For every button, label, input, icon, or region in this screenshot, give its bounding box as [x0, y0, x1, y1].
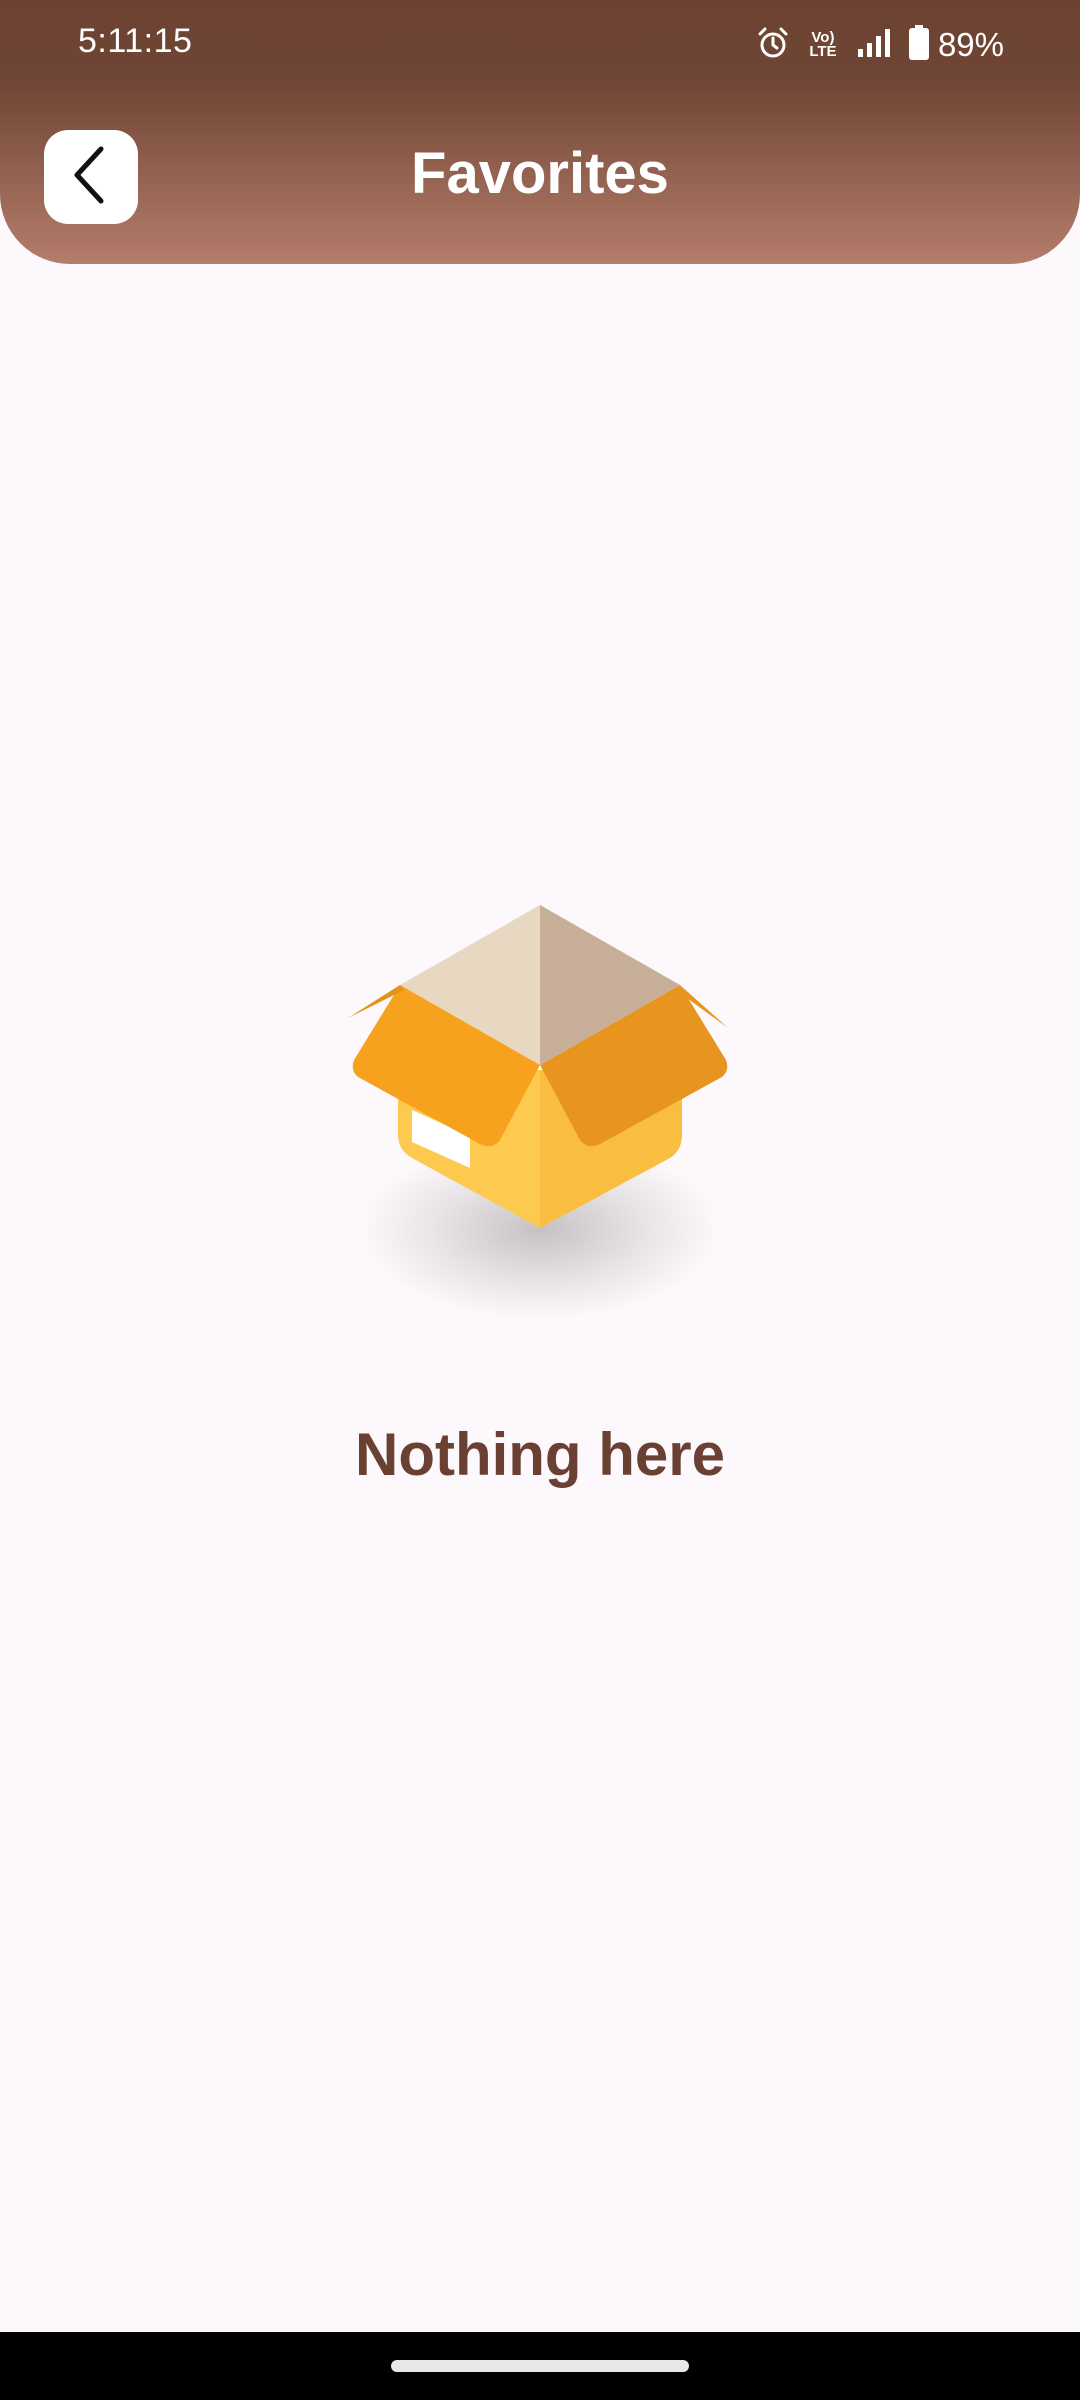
system-nav-bar: [0, 2332, 1080, 2400]
open-box-icon: [330, 890, 750, 1340]
signal-icon: [856, 27, 892, 64]
status-bar: 5:11:15 Vo) LTE 89%: [0, 0, 1080, 90]
alarm-icon: [756, 26, 790, 65]
status-time: 5:11:15: [78, 22, 193, 60]
app-header: 5:11:15 Vo) LTE 89% Favorites: [0, 0, 1080, 264]
empty-state-message: Nothing here: [355, 1421, 725, 1488]
page-title: Favorites: [411, 141, 669, 206]
battery-percentage: 89%: [937, 26, 1004, 63]
battery-icon: [908, 24, 930, 66]
home-indicator[interactable]: [391, 2360, 689, 2372]
status-icons: Vo) LTE 89%: [740, 22, 1004, 68]
volte-icon: Vo) LTE: [809, 29, 837, 60]
